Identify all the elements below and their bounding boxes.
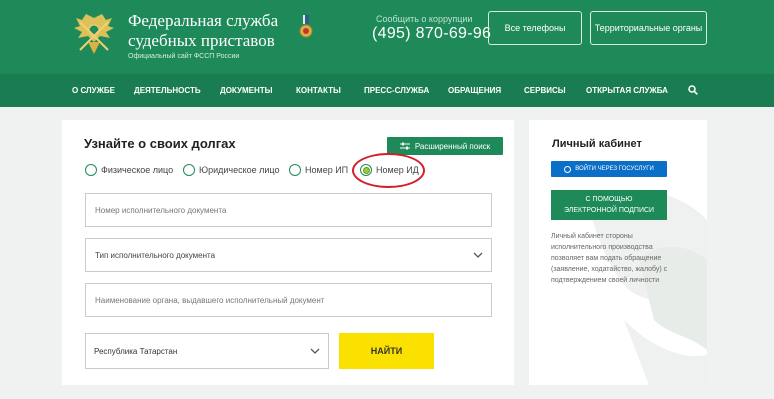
radio-label: Номер ИП: [305, 165, 349, 175]
signature-label-line2: ЭЛЕКТРОННОЙ ПОДПИСИ: [563, 207, 655, 214]
report-corruption-link[interactable]: Сообщить о коррупции: [376, 14, 472, 24]
radio-circle: [183, 164, 195, 176]
cabinet-title: Личный кабинет: [552, 138, 642, 150]
radio-circle: [289, 164, 301, 176]
advanced-search-button[interactable]: Расширенный поиск: [387, 137, 503, 155]
doc-number-input[interactable]: Номер исполнительного документа: [85, 193, 492, 227]
org-subtitle: Официальный сайт ФССП России: [128, 53, 240, 60]
gosuslugi-login-button[interactable]: ВОЙТИ ЧЕРЕЗ ГОСУСЛУГИ: [551, 161, 667, 177]
red-highlight-ellipse: [352, 153, 425, 188]
gosuslugi-icon: [564, 165, 572, 173]
doc-number-placeholder: Номер исполнительного документа: [95, 205, 227, 215]
org-title-line2: судебных приставов: [128, 31, 275, 50]
site-header: Федеральная служба судебных приставов Оф…: [0, 0, 774, 74]
territorial-bodies-button[interactable]: Территориальные органы: [590, 11, 707, 45]
nav-item-activity[interactable]: ДЕЯТЕЛЬНОСТЬ: [134, 74, 201, 107]
region-select[interactable]: Республика Татарстан: [85, 333, 329, 369]
main-nav: О СЛУЖБЕ ДЕЯТЕЛЬНОСТЬ ДОКУМЕНТЫ КОНТАКТЫ…: [0, 74, 774, 107]
hotline-phone[interactable]: (495) 870-69-96: [372, 25, 491, 43]
cabinet-description: Личный кабинет стороны исполнительного п…: [551, 233, 668, 284]
search-icon[interactable]: [688, 85, 698, 95]
radio-individual[interactable]: Физическое лицо: [85, 163, 173, 177]
doc-type-select[interactable]: Тип исполнительного документа: [85, 238, 492, 272]
issuer-input[interactable]: Наименование органа, выдавшего исполните…: [85, 283, 492, 317]
radio-ip-number[interactable]: Номер ИП: [289, 163, 348, 177]
nav-item-open-service[interactable]: ОТКРЫТАЯ СЛУЖБА: [586, 74, 668, 107]
nav-item-services[interactable]: СЕРВИСЫ: [524, 74, 566, 107]
region-value: Республика Татарстан: [94, 346, 178, 356]
radio-label: Юридическое лицо: [199, 165, 280, 175]
all-phones-button[interactable]: Все телефоны: [488, 11, 582, 45]
sliders-icon: [399, 142, 410, 150]
nav-item-about[interactable]: О СЛУЖБЕ: [72, 74, 115, 107]
radio-label: Физическое лицо: [101, 165, 174, 175]
radio-circle: [85, 164, 97, 176]
signature-label-line1: С ПОМОЩЬЮ: [585, 196, 633, 203]
issuer-placeholder: Наименование органа, выдавшего исполните…: [95, 295, 325, 305]
org-title[interactable]: Федеральная служба судебных приставов: [128, 11, 278, 51]
nav-item-documents[interactable]: ДОКУМЕНТЫ: [220, 74, 272, 107]
nav-item-appeals[interactable]: ОБРАЩЕНИЯ: [448, 74, 501, 107]
nav-item-press[interactable]: ПРЕСС-СЛУЖБА: [364, 74, 429, 107]
debt-search-title: Узнайте о своих долгах: [84, 136, 236, 151]
chevron-down-icon: [310, 348, 320, 354]
doc-type-value: Тип исполнительного документа: [95, 250, 216, 260]
medal-icon: [299, 15, 313, 38]
gosuslugi-label: ВОЙТИ ЧЕРЕЗ ГОСУСЛУГИ: [575, 166, 654, 172]
find-button[interactable]: НАЙТИ: [339, 333, 434, 369]
e-signature-login-button[interactable]: С ПОМОЩЬЮ ЭЛЕКТРОННОЙ ПОДПИСИ: [551, 190, 667, 220]
nav-item-contacts[interactable]: КОНТАКТЫ: [296, 74, 341, 107]
fssp-emblem-icon[interactable]: [72, 12, 116, 56]
chevron-down-icon: [473, 252, 483, 258]
org-title-line1: Федеральная служба: [128, 11, 279, 30]
advanced-search-label: Расширенный поиск: [414, 141, 491, 151]
radio-legal-entity[interactable]: Юридическое лицо: [183, 163, 280, 177]
